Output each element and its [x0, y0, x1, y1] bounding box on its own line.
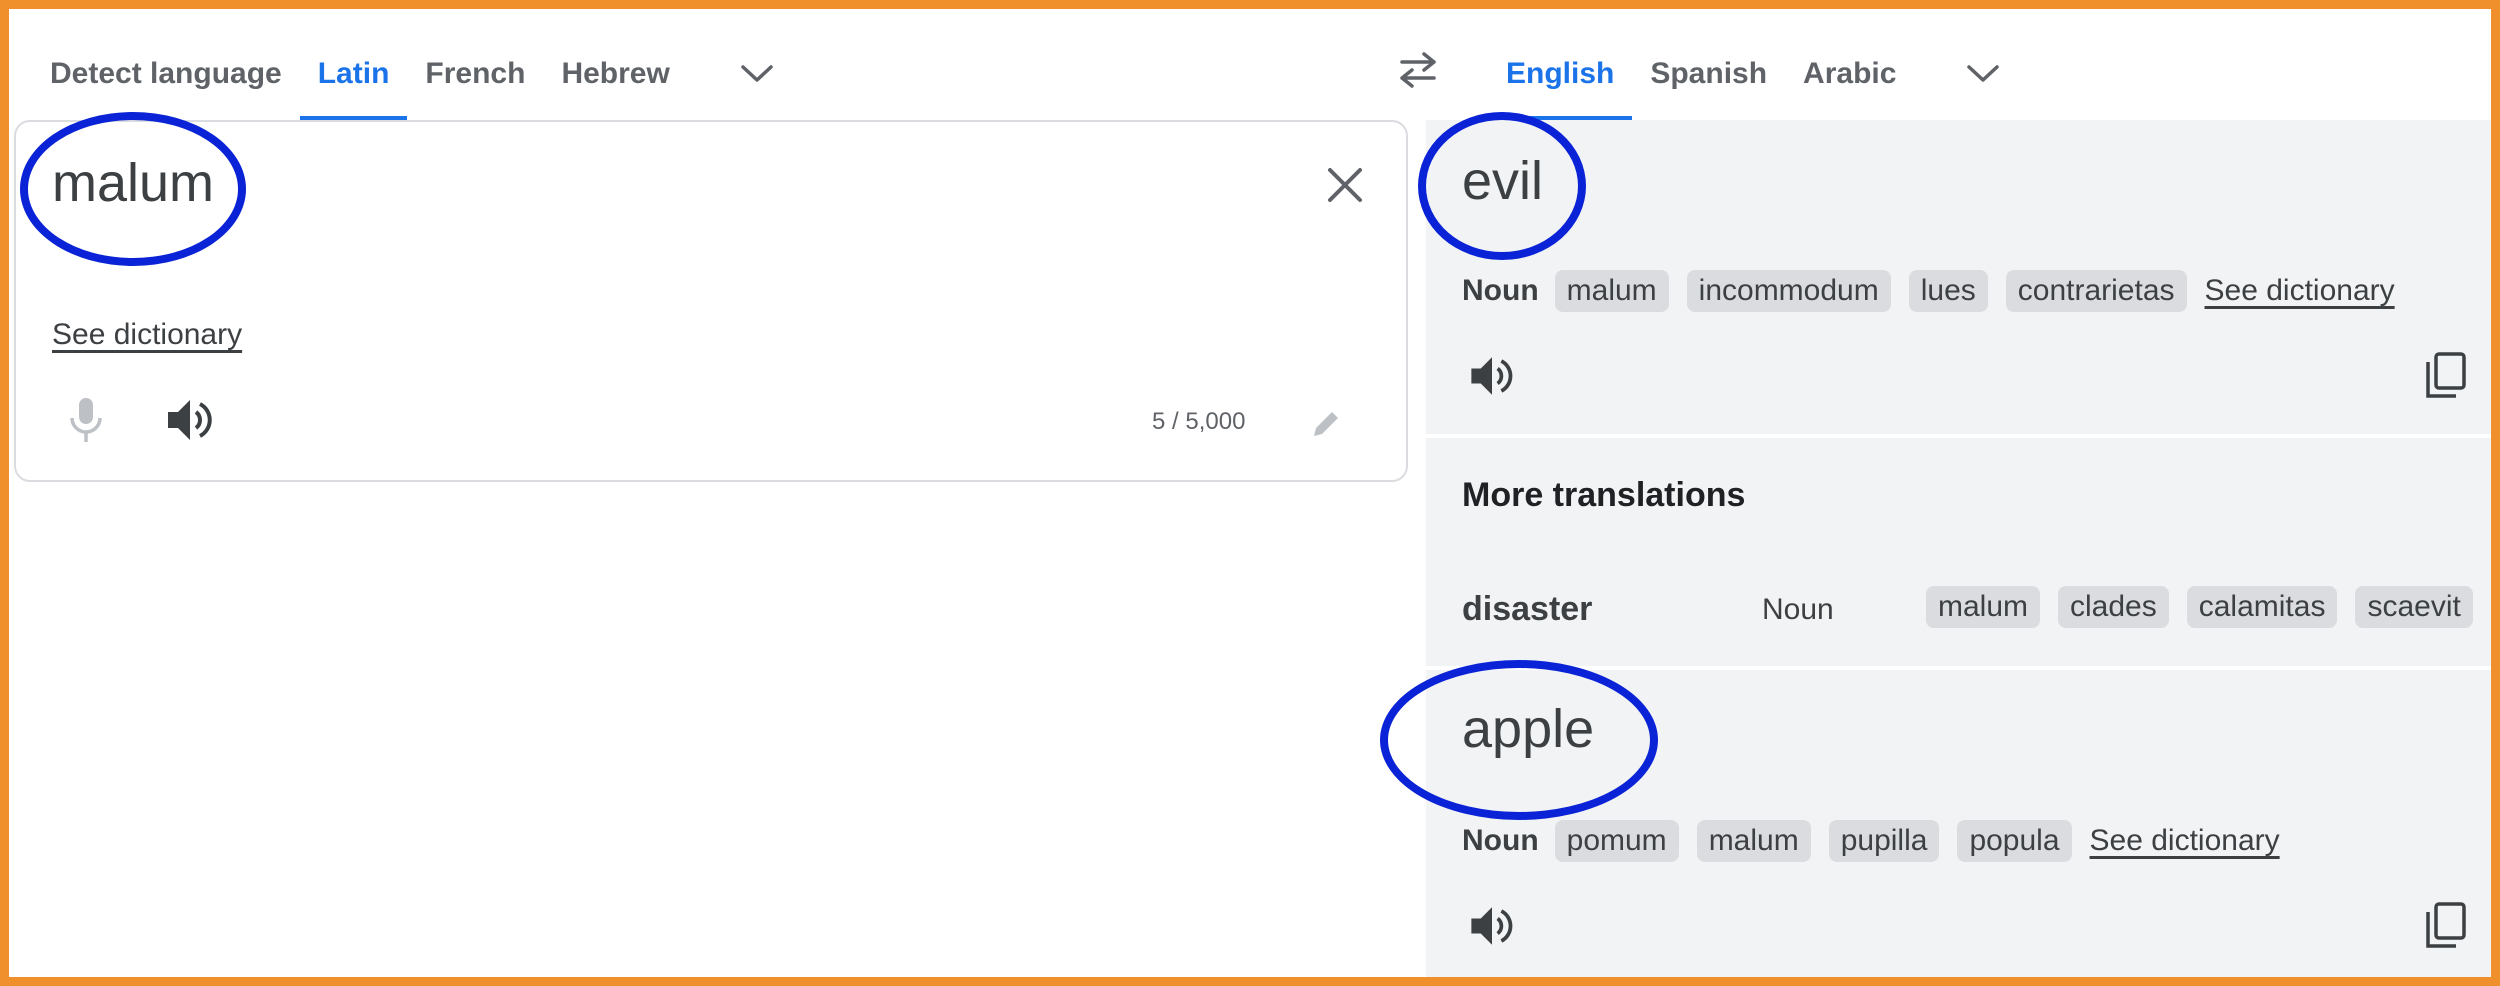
see-dictionary-link[interactable]: See dictionary: [2205, 274, 2395, 308]
chevron-down-icon[interactable]: [1956, 28, 2010, 120]
part-of-speech-row: Noun pomum malum pupilla popula See dict…: [1462, 820, 2280, 862]
synonym-chip[interactable]: pomum: [1554, 820, 1679, 862]
swap-languages-icon[interactable]: [1388, 40, 1448, 100]
part-of-speech-row: Noun malum incommodum lues contrarietas …: [1462, 270, 2395, 312]
speaker-icon[interactable]: [1462, 896, 1522, 956]
translation-result-word: apple: [1462, 699, 1595, 759]
synonym-chip[interactable]: clades: [2058, 586, 2169, 628]
more-translation-word: disaster: [1462, 590, 1593, 628]
copy-icon[interactable]: [2416, 346, 2476, 406]
synonym-chip[interactable]: scaevit: [2355, 586, 2473, 628]
synonym-chip[interactable]: incommodum: [1686, 270, 1891, 312]
tab-english[interactable]: English: [1488, 28, 1633, 120]
translation-panel: evil Noun malum incommodum lues contrari…: [1426, 120, 2500, 986]
tab-hebrew[interactable]: Hebrew: [543, 28, 687, 120]
chevron-down-icon[interactable]: [730, 28, 784, 120]
source-text-input[interactable]: malum: [52, 152, 214, 214]
tab-latin[interactable]: Latin: [299, 28, 408, 120]
tab-spanish[interactable]: Spanish: [1632, 28, 1785, 120]
translation-result-word: evil: [1462, 151, 1544, 211]
synonym-chip[interactable]: malum: [1926, 586, 2041, 628]
synonym-chip[interactable]: popula: [1957, 820, 2072, 862]
clear-icon[interactable]: [1320, 160, 1370, 210]
source-input-panel: malum See dictionary 5 / 5,000: [14, 120, 1408, 482]
target-language-tabs: English Spanish Arabic: [1488, 28, 2010, 120]
see-dictionary-link[interactable]: See dictionary: [52, 318, 242, 352]
tab-french[interactable]: French: [407, 28, 543, 120]
synonym-chip[interactable]: pupilla: [1828, 820, 1940, 862]
divider: [1426, 666, 2500, 670]
synonym-chip[interactable]: calamitas: [2186, 586, 2338, 628]
more-translations-heading: More translations: [1462, 476, 1746, 514]
synonym-chip[interactable]: malum: [1554, 270, 1669, 312]
speaker-icon[interactable]: [1462, 346, 1522, 406]
tab-arabic[interactable]: Arabic: [1785, 28, 1914, 120]
pencil-icon[interactable]: [1306, 404, 1346, 444]
see-dictionary-link[interactable]: See dictionary: [2090, 824, 2280, 858]
speaker-icon[interactable]: [158, 388, 222, 452]
source-language-tabs: Detect language Latin French Hebrew: [32, 28, 784, 120]
microphone-icon[interactable]: [56, 390, 116, 450]
synonym-chip[interactable]: lues: [1908, 270, 1988, 312]
more-translation-chips: malum clades calamitas scaevit: [1926, 586, 2491, 628]
tab-detect-language[interactable]: Detect language: [32, 28, 300, 120]
synonym-chip[interactable]: contrarietas: [2005, 270, 2187, 312]
synonym-chip[interactable]: malum: [1696, 820, 1811, 862]
part-of-speech-label: Noun: [1462, 824, 1539, 857]
character-count: 5 / 5,000: [1152, 408, 1246, 435]
divider: [1426, 434, 2500, 438]
copy-icon[interactable]: [2416, 896, 2476, 956]
more-translation-pos: Noun: [1762, 593, 1834, 626]
part-of-speech-label: Noun: [1462, 274, 1539, 307]
